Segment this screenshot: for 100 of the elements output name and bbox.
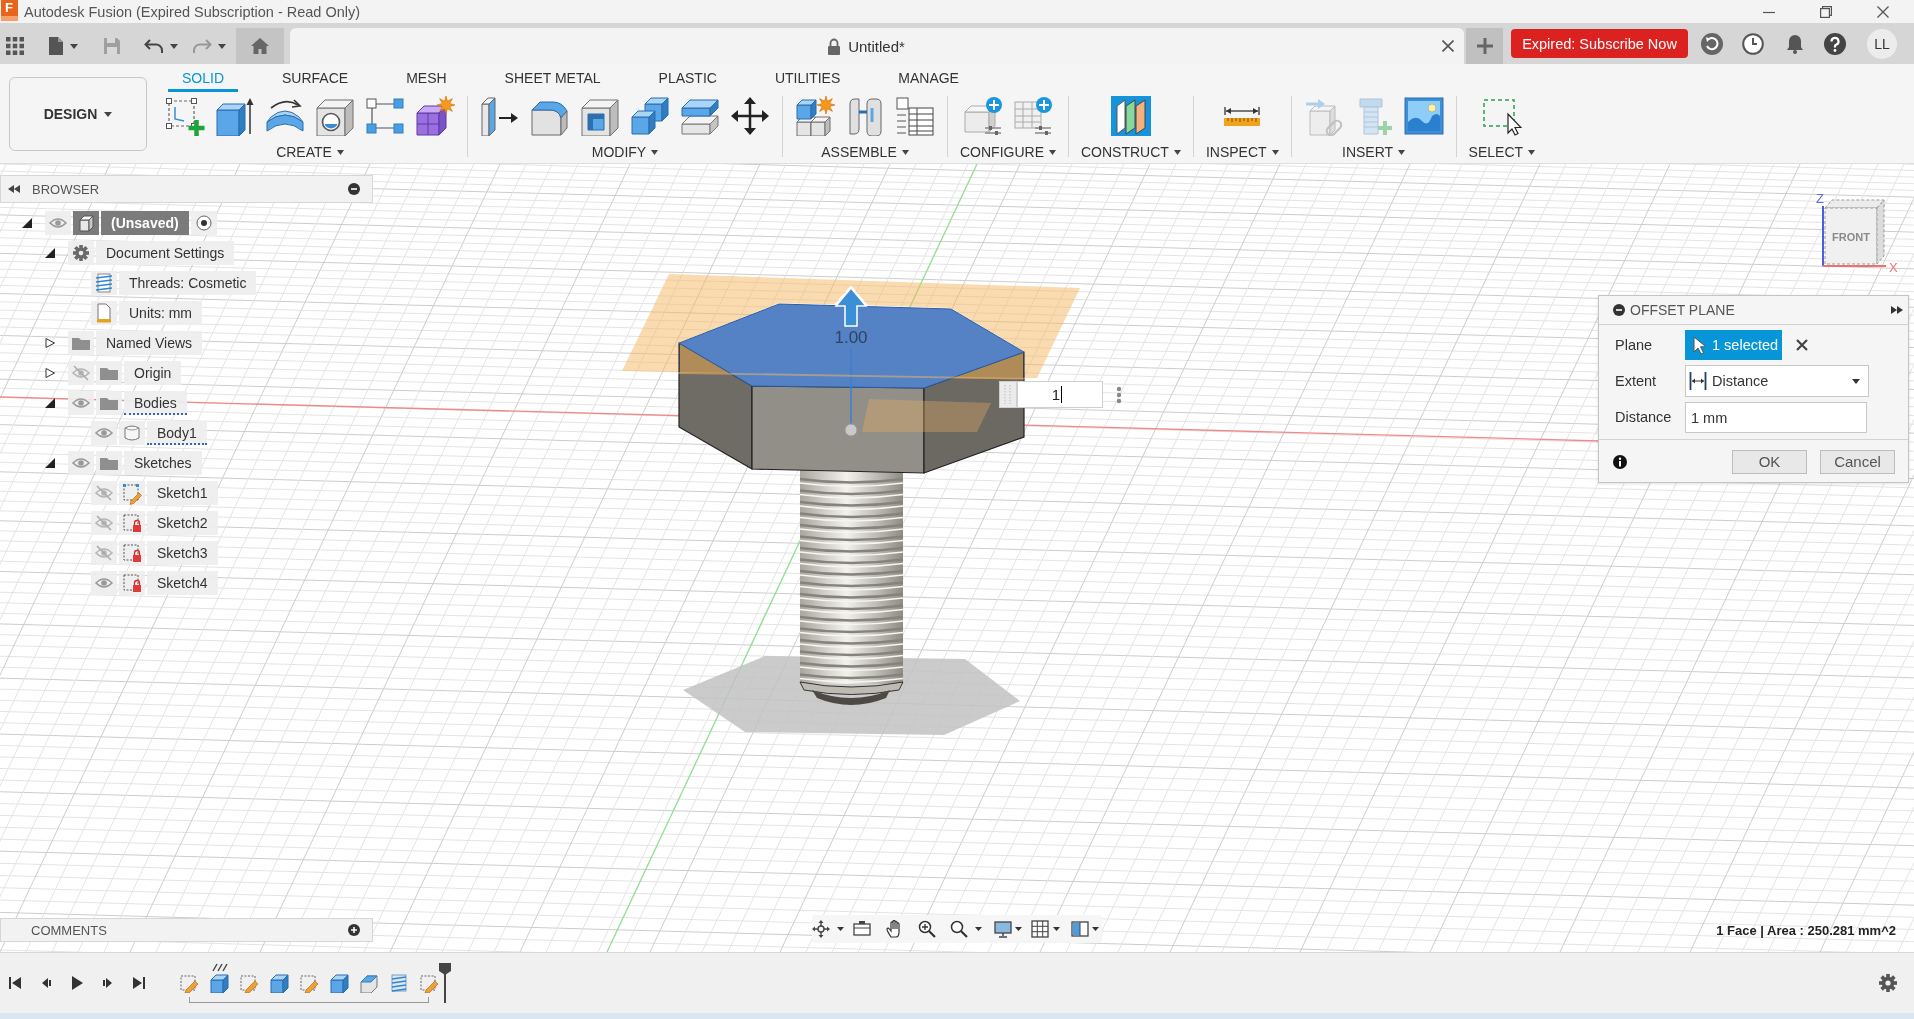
tree-item-label[interactable]: Sketch1	[147, 481, 218, 505]
tree-item-label[interactable]: Document Settings	[96, 241, 235, 265]
dashed-square-pencil-icon[interactable]	[179, 973, 199, 993]
filled-triangle-icon[interactable]	[45, 398, 55, 408]
beveled-block-icon[interactable]	[359, 973, 379, 993]
caret-icon[interactable]	[170, 43, 178, 49]
skip-to-start-icon[interactable]	[8, 976, 22, 990]
tree-item-label[interactable]: (Unsaved)	[101, 211, 189, 235]
caret-icon[interactable]	[974, 927, 982, 931]
box-view-icon[interactable]	[853, 920, 871, 938]
caret-icon[interactable]	[1091, 927, 1099, 931]
cube-star-icon[interactable]	[415, 96, 455, 136]
zoom-in-icon[interactable]	[918, 920, 936, 938]
planes-icon[interactable]	[1110, 96, 1151, 136]
cube-table-icon[interactable]	[895, 96, 935, 136]
playhead-marker-icon[interactable]	[439, 963, 451, 1003]
tree-item-label[interactable]: Sketch2	[147, 511, 218, 535]
tree-item-label[interactable]: Named Views	[96, 331, 203, 355]
skip-to-end-icon[interactable]	[132, 976, 146, 990]
tree-item-label[interactable]: Bodies	[124, 391, 187, 415]
group-menu-button[interactable]: CONFIGURE	[960, 142, 1056, 162]
tree-item-label[interactable]: Body1	[147, 421, 207, 445]
tree-item-label[interactable]: Sketch4	[147, 571, 218, 595]
workspace-button[interactable]: DESIGN	[9, 77, 147, 151]
more-options-icon[interactable]	[1116, 385, 1122, 404]
offset-plane[interactable]	[622, 274, 1080, 380]
dashed-square-pencil-icon[interactable]	[299, 973, 319, 993]
dimension-input[interactable]: 1	[1017, 381, 1103, 408]
toolbar-tab[interactable]: PLASTIC	[644, 64, 731, 92]
new-tab-button[interactable]	[1466, 28, 1503, 64]
file-icon[interactable]	[48, 36, 64, 56]
bell-icon[interactable]	[1786, 33, 1804, 54]
magnifier-icon[interactable]	[950, 920, 968, 938]
cube-circle-icon[interactable]	[315, 96, 355, 136]
split-window-icon[interactable]	[1071, 920, 1089, 938]
double-left-triangle-icon[interactable]	[8, 185, 20, 193]
user-avatar[interactable]: LL	[1867, 28, 1897, 59]
dashed-square-pencil-icon[interactable]	[239, 973, 259, 993]
group-menu-button[interactable]: INSERT	[1342, 142, 1406, 162]
toolbar-tab[interactable]: UTILITIES	[760, 64, 855, 92]
toolbar-tab[interactable]: SURFACE	[268, 64, 363, 92]
tree-item-label[interactable]: Origin	[124, 361, 182, 385]
dialog-button[interactable]: Cancel	[1820, 449, 1895, 474]
group-menu-button[interactable]: INSPECT	[1205, 142, 1279, 162]
stacked-cubes-icon[interactable]	[630, 96, 670, 136]
ruler-icon[interactable]	[1224, 105, 1261, 127]
input-field[interactable]: 1 mm	[1685, 401, 1867, 433]
outline-triangle-icon[interactable]	[45, 368, 55, 378]
dashed-selection-cursor-icon[interactable]	[1481, 96, 1522, 136]
close-icon[interactable]	[1442, 40, 1454, 52]
four-way-arrow-icon[interactable]	[730, 96, 770, 136]
close-icon[interactable]	[1877, 5, 1889, 18]
toolbar-tab[interactable]: MESH	[392, 64, 461, 92]
caret-icon[interactable]	[1014, 927, 1022, 931]
minus-circle-icon[interactable]	[348, 183, 360, 195]
caret-icon[interactable]	[218, 43, 226, 49]
caret-icon[interactable]	[70, 43, 78, 49]
subscribe-button[interactable]: Expired: Subscribe Now	[1511, 29, 1688, 58]
toolbar-tab[interactable]: SHEET METAL	[490, 64, 615, 92]
apps-grid-icon[interactable]	[6, 37, 24, 55]
cube-icon[interactable]	[269, 973, 289, 993]
filled-triangle-icon[interactable]	[45, 458, 55, 468]
square-pattern-icon[interactable]	[365, 96, 405, 136]
undo-arrow-icon[interactable]	[144, 38, 164, 54]
plus-circle-icon[interactable]	[348, 924, 360, 936]
tree-item-label[interactable]: Units: mm	[119, 301, 202, 325]
group-menu-button[interactable]: CONSTRUCT	[1081, 142, 1181, 162]
box-plus-badge-icon[interactable]	[963, 96, 1003, 136]
layered-slabs-icon[interactable]	[680, 96, 720, 136]
monitor-icon[interactable]	[994, 920, 1012, 938]
caret-icon[interactable]	[1052, 927, 1060, 931]
caret-icon[interactable]	[836, 927, 844, 931]
outline-triangle-icon[interactable]	[45, 338, 55, 348]
group-menu-button[interactable]: CREATE	[276, 142, 344, 162]
cubes-star-icon[interactable]	[795, 96, 835, 136]
group-menu-button[interactable]: ASSEMBLE	[821, 142, 909, 162]
tree-item-label[interactable]: Sketch3	[147, 541, 218, 565]
direction-arrow[interactable]	[834, 286, 868, 327]
home-button[interactable]	[236, 28, 284, 64]
document-tab[interactable]: Untitled*	[290, 28, 1464, 64]
filled-triangle-icon[interactable]	[45, 248, 55, 258]
tree-item-label[interactable]: Sketches	[124, 451, 202, 475]
double-right-triangle-icon[interactable]	[1891, 306, 1903, 314]
tree-item-label[interactable]: Threads: Cosmetic	[119, 271, 257, 295]
group-menu-button[interactable]: SELECT	[1468, 142, 1536, 162]
group-menu-button[interactable]: MODIFY	[591, 142, 659, 162]
close-icon[interactable]	[1796, 339, 1808, 351]
dashed-square-plus-icon[interactable]	[165, 96, 205, 136]
box-arrow-icon[interactable]	[215, 96, 255, 136]
dialog-button[interactable]: OK	[1732, 449, 1807, 474]
orbit-arrows-icon[interactable]	[812, 920, 830, 938]
striped-cylinder-icon[interactable]	[389, 973, 409, 993]
drag-handle-icon[interactable]	[999, 381, 1017, 408]
filled-triangle-icon[interactable]	[22, 218, 32, 228]
selected-face[interactable]	[678, 303, 1025, 389]
dropdown-select[interactable]: Distance	[1685, 365, 1869, 397]
slab-arrow-icon[interactable]	[480, 96, 520, 136]
image-icon[interactable]	[1403, 96, 1444, 136]
help-icon[interactable]	[1824, 32, 1846, 55]
play-icon[interactable]	[70, 976, 84, 990]
